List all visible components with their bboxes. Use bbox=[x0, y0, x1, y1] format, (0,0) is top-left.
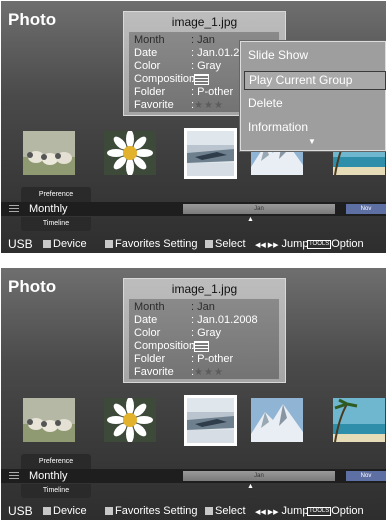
green-button-icon bbox=[105, 507, 113, 516]
tools-button-icon: TOOLS bbox=[307, 239, 332, 249]
thumb-mountain[interactable] bbox=[251, 398, 303, 442]
info-filename: image_1.jpg bbox=[171, 282, 238, 296]
info-row-folder: Folder: P-other bbox=[134, 353, 234, 365]
menu-item-play-current-group[interactable]: Play Current Group bbox=[244, 71, 386, 90]
timeline-current-month: Jan bbox=[254, 206, 264, 212]
red-button-icon bbox=[43, 240, 51, 249]
info-row-favorite: Favorite:★★★ bbox=[134, 366, 224, 378]
info-row-date: Date: Jan.01.2 bbox=[134, 47, 240, 59]
favorite-stars-icon: ★★★ bbox=[194, 100, 224, 111]
sort-mode-label[interactable]: Monthly bbox=[29, 202, 68, 216]
thumb-flower[interactable] bbox=[104, 398, 156, 442]
composition-lines-icon bbox=[194, 340, 210, 352]
thumb-seascape-selected[interactable] bbox=[184, 395, 237, 446]
device-hint[interactable]: Device bbox=[43, 235, 87, 253]
favorites-hint[interactable]: Favorites Setting bbox=[105, 502, 198, 520]
photo-screen-2: Photo image_1.jpg Month: Jan Date: Jan.0… bbox=[1, 268, 386, 520]
footer-bar: USB Device Favorites Setting Select ◀◀ ▶… bbox=[1, 235, 386, 253]
sort-mode-label[interactable]: Monthly bbox=[29, 469, 68, 483]
info-panel: image_1.jpg Month: Jan Date: Jan.01.2008… bbox=[123, 278, 286, 383]
thumb-sheep[interactable] bbox=[23, 131, 75, 175]
red-button-icon bbox=[43, 507, 51, 516]
info-row-date: Date: Jan.01.2008 bbox=[134, 314, 258, 326]
context-menu: Slide Show Play Current Group Delete Inf… bbox=[240, 41, 386, 151]
jump-arrows-icon: ◀◀ ▶▶ bbox=[255, 242, 279, 249]
footer-bar: USB Device Favorites Setting Select ◀◀ ▶… bbox=[1, 502, 386, 520]
select-hint[interactable]: Select bbox=[205, 235, 246, 253]
jump-hint[interactable]: ◀◀ ▶▶ Jump bbox=[255, 235, 308, 253]
favorites-hint[interactable]: Favorites Setting bbox=[105, 235, 198, 253]
timeline-tab[interactable]: Timeline bbox=[21, 217, 91, 231]
photo-screen-1: Photo image_1.jpg Month: Jan Date: Jan.0… bbox=[1, 1, 386, 253]
timeline-current-month: Jan bbox=[254, 473, 264, 479]
option-hint[interactable]: TOOLS Option bbox=[307, 502, 364, 520]
composition-lines-icon bbox=[194, 73, 210, 85]
enter-button-icon bbox=[205, 507, 213, 516]
source-label: USB bbox=[8, 504, 33, 518]
preference-tab[interactable]: Preference bbox=[21, 187, 91, 203]
info-row-color: Color: Gray bbox=[134, 327, 221, 339]
timeline-position-caret-icon: ▲ bbox=[247, 483, 254, 490]
thumb-beach[interactable] bbox=[333, 398, 385, 442]
source-label: USB bbox=[8, 237, 33, 251]
jump-hint[interactable]: ◀◀ ▶▶ Jump bbox=[255, 502, 308, 520]
info-row-favorite: Favorite:★★★ bbox=[134, 99, 224, 111]
timeline-next-month[interactable]: Nov bbox=[346, 471, 386, 481]
timeline-bar: Monthly Jan Nov bbox=[1, 202, 386, 216]
info-row-composition: Composition: bbox=[134, 340, 210, 352]
chevron-down-icon[interactable]: ▼ bbox=[308, 137, 316, 146]
info-row-color: Color: Gray bbox=[134, 60, 221, 72]
info-row-month: Month: Jan bbox=[134, 34, 215, 46]
info-row-composition: Composition: bbox=[134, 73, 210, 85]
preference-tab[interactable]: Preference bbox=[21, 454, 91, 470]
thumbnail-strip bbox=[1, 394, 386, 448]
timeline-next-month[interactable]: Nov bbox=[346, 204, 386, 214]
menu-item-information[interactable]: Information bbox=[244, 119, 384, 136]
device-hint[interactable]: Device bbox=[43, 502, 87, 520]
menu-item-slide-show[interactable]: Slide Show bbox=[244, 47, 384, 64]
info-row-month: Month: Jan bbox=[134, 301, 215, 313]
jump-arrows-icon: ◀◀ ▶▶ bbox=[255, 509, 279, 516]
timeline-tab[interactable]: Timeline bbox=[21, 484, 91, 498]
thumb-sheep[interactable] bbox=[23, 398, 75, 442]
select-hint[interactable]: Select bbox=[205, 502, 246, 520]
info-row-folder: Folder: P-other bbox=[134, 86, 234, 98]
page-title: Photo bbox=[8, 10, 57, 29]
tools-button-icon: TOOLS bbox=[307, 506, 332, 516]
favorite-stars-icon: ★★★ bbox=[194, 367, 224, 378]
info-filename: image_1.jpg bbox=[171, 15, 238, 29]
page-title: Photo bbox=[8, 277, 57, 296]
timeline-position-caret-icon: ▲ bbox=[247, 216, 254, 223]
sort-list-icon bbox=[9, 472, 19, 480]
option-hint[interactable]: TOOLS Option bbox=[307, 235, 364, 253]
timeline-track[interactable]: Jan bbox=[183, 471, 335, 481]
sort-list-icon bbox=[9, 205, 19, 213]
info-details: Month: Jan Date: Jan.01.2008 Color: Gray… bbox=[129, 299, 279, 379]
enter-button-icon bbox=[205, 240, 213, 249]
green-button-icon bbox=[105, 240, 113, 249]
menu-item-delete[interactable]: Delete bbox=[244, 95, 384, 112]
thumb-seascape-selected[interactable] bbox=[184, 128, 237, 179]
timeline-track[interactable]: Jan bbox=[183, 204, 335, 214]
timeline-bar: Monthly Jan Nov bbox=[1, 469, 386, 483]
thumb-flower[interactable] bbox=[104, 131, 156, 175]
